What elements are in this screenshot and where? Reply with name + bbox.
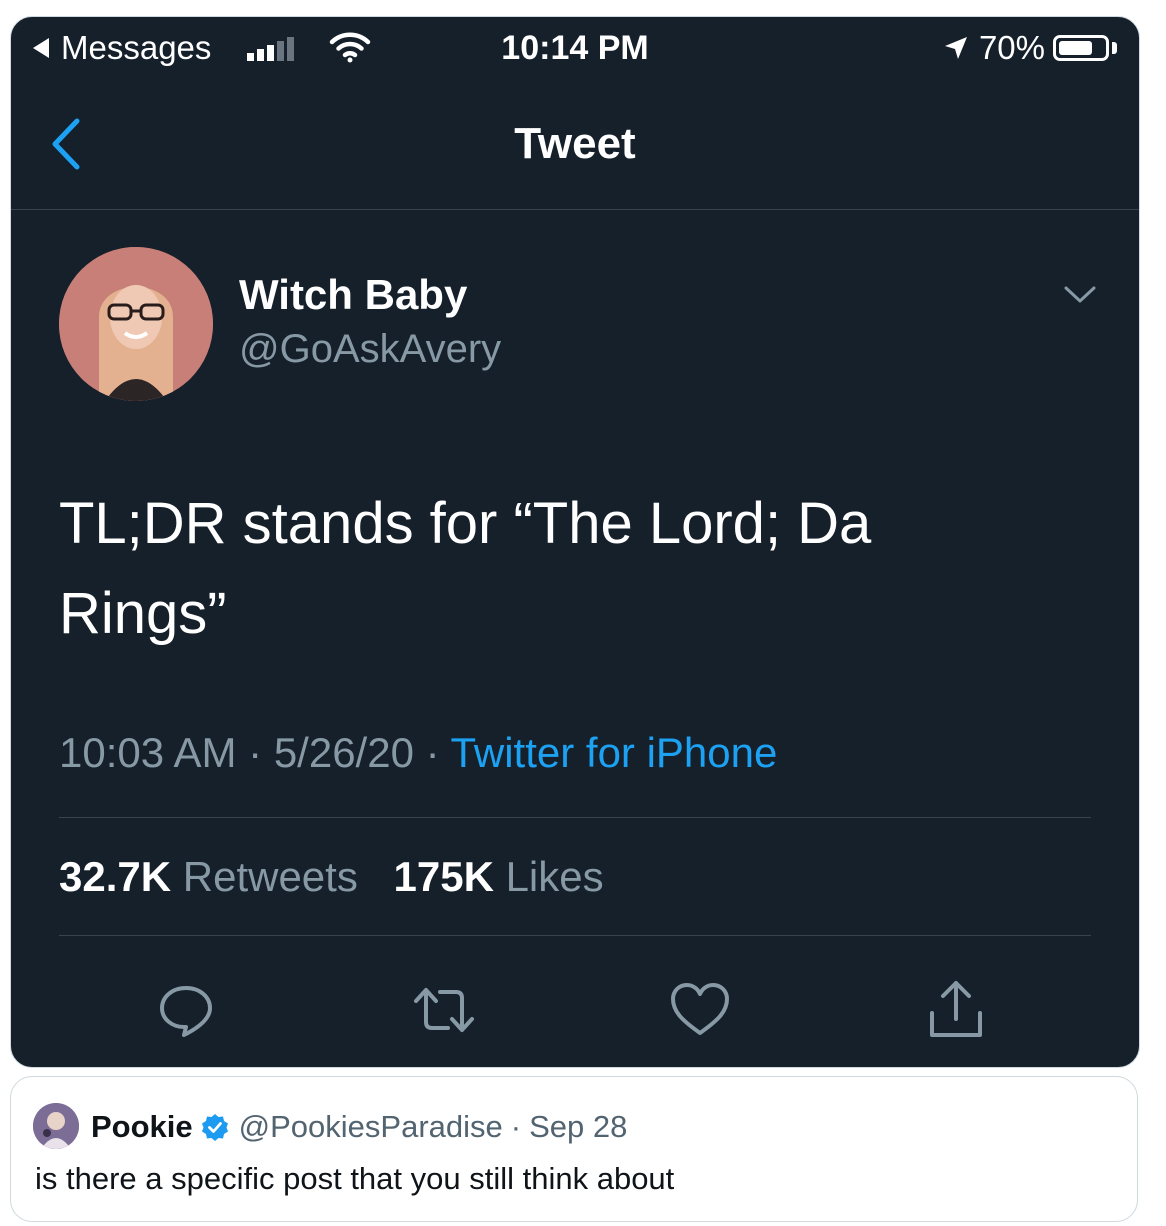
share-icon xyxy=(930,981,982,1037)
battery-status: 70% xyxy=(943,29,1117,67)
verified-badge-icon xyxy=(201,1113,229,1141)
tweet-date: 5/26/20 xyxy=(273,729,414,776)
nav-bar: Tweet xyxy=(11,79,1139,210)
quote-author-handle: @PookiesParadise xyxy=(238,1109,503,1144)
like-icon xyxy=(671,983,729,1035)
tweet-text-line: Rings” xyxy=(59,581,227,646)
author-avatar[interactable] xyxy=(59,247,213,401)
status-bar: Messages 10:14 PM 70% xyxy=(11,17,1139,79)
location-arrow-icon xyxy=(944,37,967,59)
tweet-metadata: 10:03 AM · 5/26/20 · Twitter for iPhone xyxy=(59,729,777,777)
meta-separator: · xyxy=(510,1109,522,1144)
likes-stat[interactable]: 175K Likes xyxy=(394,853,604,900)
tweet-stats: 32.7K Retweets 175K Likes xyxy=(59,853,628,901)
tweet-text-line: TL;DR stands for “The Lord; Da xyxy=(59,491,872,556)
page-title: Tweet xyxy=(514,119,636,168)
tweet-actions xyxy=(11,975,1139,1045)
tweet-time: 10:03 AM xyxy=(59,729,237,776)
chevron-down-icon[interactable] xyxy=(1063,285,1097,305)
divider xyxy=(59,817,1091,818)
tweet-screenshot: Messages 10:14 PM 70% Tweet Witch Baby @… xyxy=(10,16,1140,1068)
author-handle: @GoAskAvery xyxy=(239,327,502,371)
retweet-icon xyxy=(414,988,474,1032)
reply-button[interactable] xyxy=(151,975,221,1045)
like-button[interactable] xyxy=(665,975,735,1045)
likes-label: Likes xyxy=(505,853,604,900)
tweet-body: TL;DR stands for “The Lord; Da Rings” xyxy=(59,479,1019,659)
battery-percent: 70% xyxy=(978,29,1045,66)
avatar-portrait-icon xyxy=(59,247,213,401)
retweets-count: 32.7K xyxy=(59,853,172,900)
share-button[interactable] xyxy=(921,975,991,1045)
meta-separator: · xyxy=(248,729,263,776)
quote-text: is there a specific post that you still … xyxy=(35,1161,675,1196)
quote-header: Pookie @PookiesParadise · Sep 28 xyxy=(91,1109,627,1145)
retweets-label: Retweets xyxy=(182,853,358,900)
quote-tweet-card[interactable]: Pookie @PookiesParadise · Sep 28 is ther… xyxy=(10,1076,1138,1222)
author-name: Witch Baby xyxy=(239,271,468,318)
quote-author-avatar[interactable] xyxy=(33,1103,79,1149)
tweet-source-link[interactable]: Twitter for iPhone xyxy=(451,729,778,776)
quote-author-name[interactable]: Pookie xyxy=(91,1109,193,1145)
retweets-stat[interactable]: 32.7K Retweets xyxy=(59,853,358,900)
reply-icon xyxy=(160,986,212,1037)
avatar-portrait-icon xyxy=(33,1103,79,1149)
tweet-author[interactable]: Witch Baby @GoAskAvery xyxy=(239,271,501,372)
meta-separator: · xyxy=(425,729,440,776)
divider xyxy=(59,935,1091,936)
retweet-button[interactable] xyxy=(409,975,479,1045)
likes-count: 175K xyxy=(393,853,494,900)
battery-icon xyxy=(1053,35,1109,61)
quote-date[interactable]: Sep 28 xyxy=(529,1109,627,1145)
